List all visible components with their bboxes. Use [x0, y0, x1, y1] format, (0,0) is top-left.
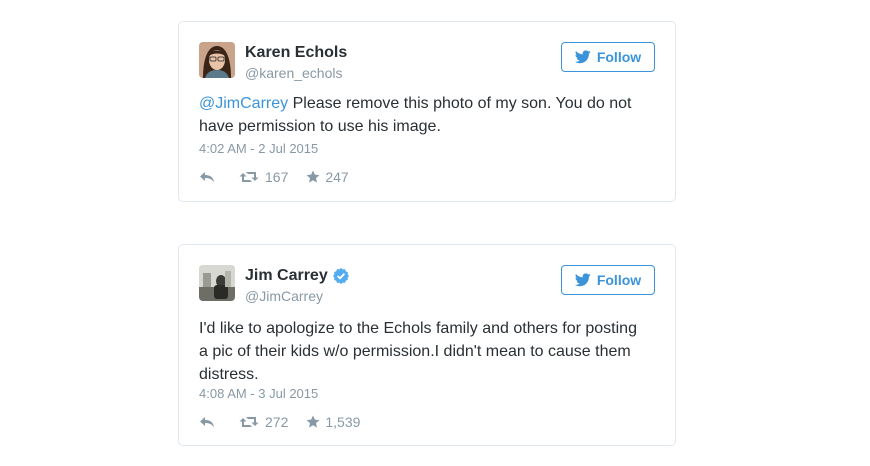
star-icon — [306, 170, 320, 183]
retweet-icon — [239, 417, 259, 427]
avatar[interactable] — [199, 42, 235, 78]
retweet-action[interactable]: 272 — [239, 414, 288, 430]
avatar-image — [199, 265, 235, 301]
display-name[interactable]: Jim Carrey — [245, 267, 349, 285]
follow-label: Follow — [596, 272, 642, 288]
avatar-image — [199, 42, 235, 78]
follow-button[interactable]: Follow — [561, 265, 655, 295]
tweet-card: Karen Echols @karen_echols Follow @JimCa… — [178, 21, 676, 202]
retweet-icon — [239, 172, 259, 182]
tweet-text: @JimCarrey Please remove this photo of m… — [199, 92, 641, 138]
retweet-count: 167 — [265, 169, 289, 185]
retweet-action[interactable]: 167 — [239, 169, 288, 185]
retweet-count: 272 — [265, 414, 289, 430]
reply-icon[interactable] — [199, 415, 217, 429]
tweet-text: I'd like to apologize to the Echols fami… — [199, 320, 637, 383]
user-handle[interactable]: @JimCarrey — [245, 288, 323, 304]
twitter-bird-icon — [574, 50, 591, 64]
mention-link[interactable]: @JimCarrey — [199, 95, 288, 112]
avatar[interactable] — [199, 265, 235, 301]
favorite-action[interactable]: 1,539 — [306, 414, 360, 430]
user-handle[interactable]: @karen_echols — [245, 65, 343, 81]
timestamp[interactable]: 4:08 AM - 3 Jul 2015 — [199, 386, 318, 401]
tweet-actions: 272 1,539 — [199, 414, 360, 430]
follow-label: Follow — [596, 49, 642, 65]
favorite-count: 1,539 — [325, 414, 361, 430]
tweet-card: Jim Carrey @JimCarrey Follow I'd like to… — [178, 244, 676, 446]
timestamp[interactable]: 4:02 AM - 2 Jul 2015 — [199, 141, 318, 156]
favorite-action[interactable]: 247 — [306, 169, 349, 185]
follow-button[interactable]: Follow — [561, 42, 655, 72]
star-icon — [306, 415, 320, 428]
reply-icon[interactable] — [199, 170, 217, 184]
twitter-bird-icon — [574, 273, 591, 287]
favorite-count: 247 — [325, 169, 349, 185]
display-name[interactable]: Karen Echols — [245, 44, 347, 62]
tweet-actions: 167 247 — [199, 169, 349, 185]
verified-badge-icon — [332, 268, 349, 284]
